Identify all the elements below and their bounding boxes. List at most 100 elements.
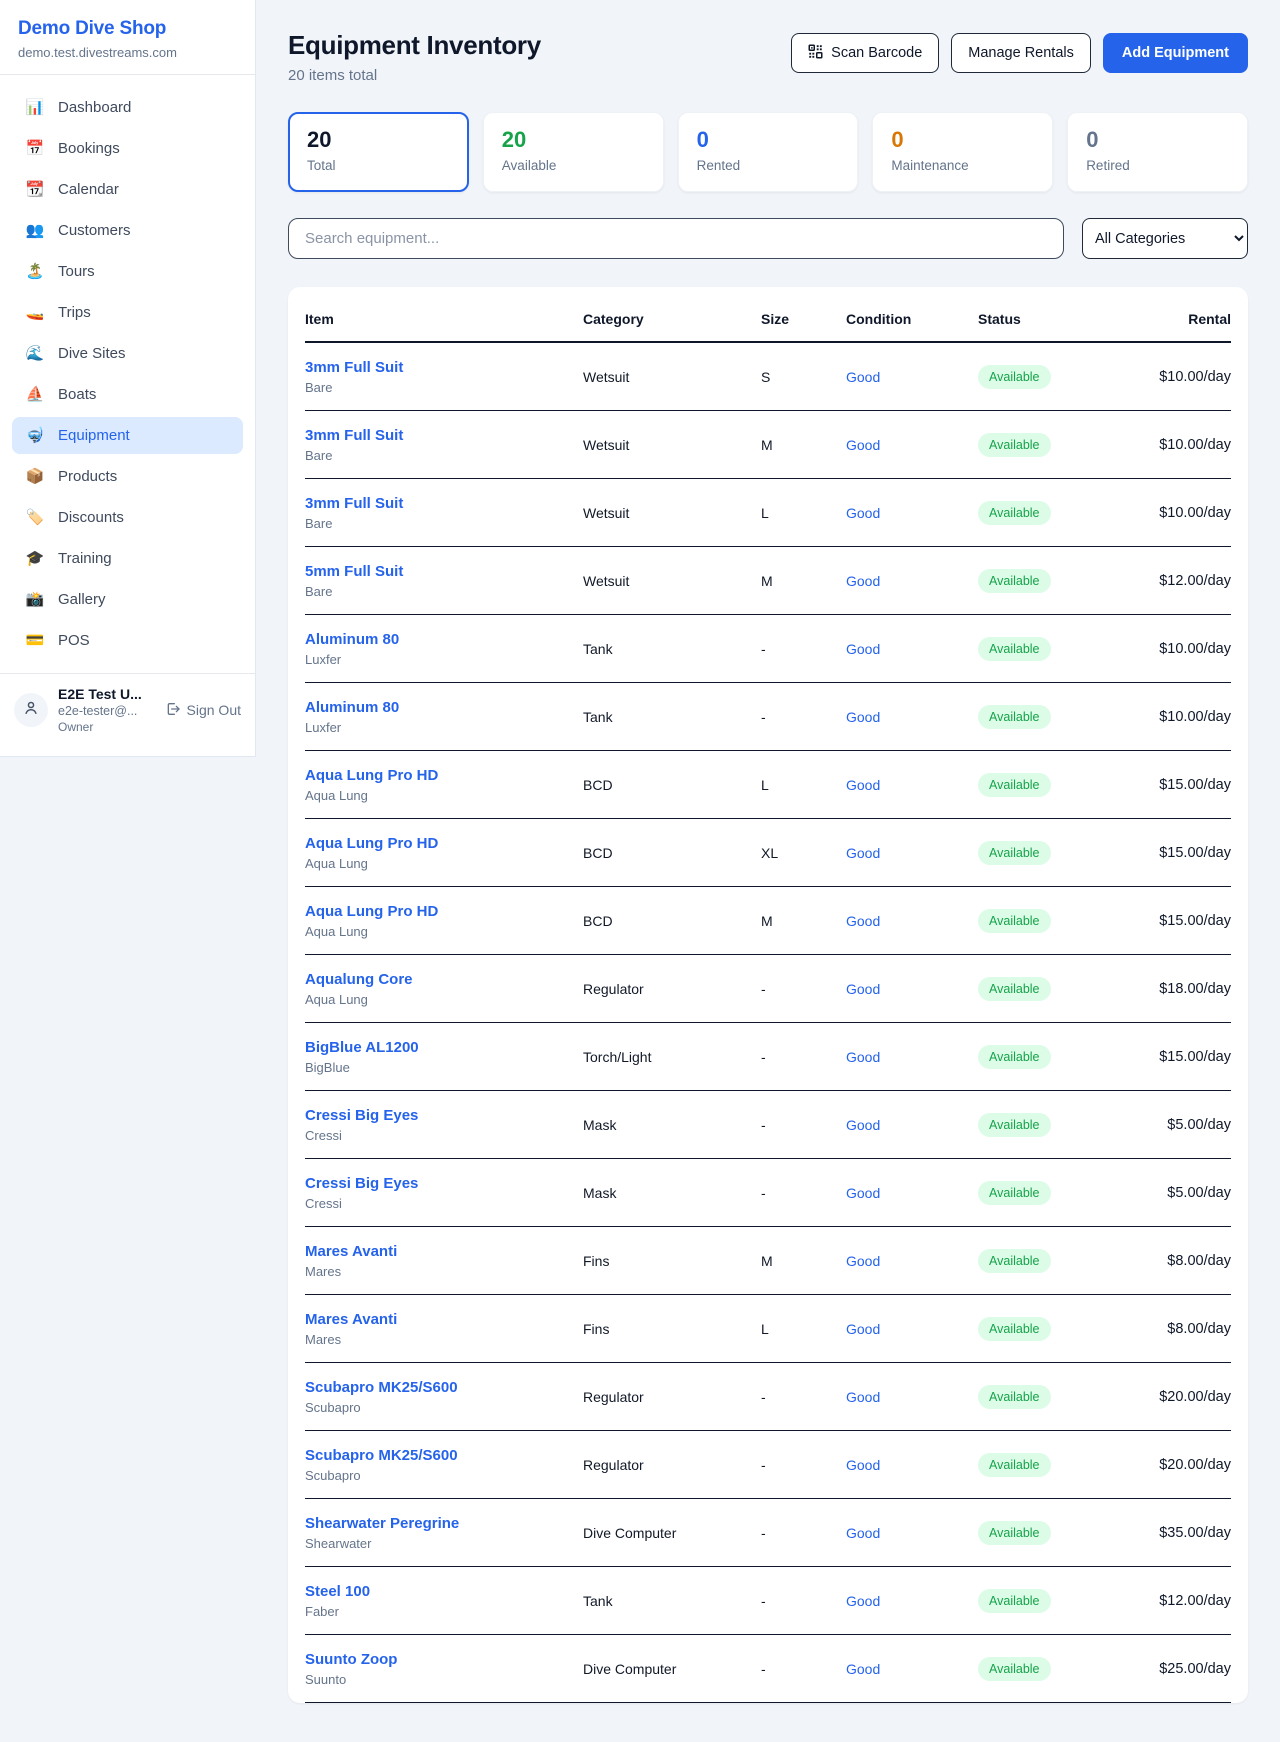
item-brand: Bare [305,516,583,531]
items-total-count: 20 items total [288,67,541,84]
barcode-icon [808,44,823,63]
item-name-link[interactable]: 3mm Full Suit [305,495,583,512]
brand-title[interactable]: Demo Dive Shop [18,18,237,40]
status-badge: Available [978,909,1051,933]
status-badge: Available [978,637,1051,661]
column-header-status: Status [978,311,1128,327]
stat-card-total[interactable]: 20 Total [288,112,469,192]
item-name-link[interactable]: Mares Avanti [305,1311,583,1328]
status-cell: Available [978,1589,1128,1613]
item-name-link[interactable]: Aqua Lung Pro HD [305,767,583,784]
item-name-link[interactable]: Shearwater Peregrine [305,1515,583,1532]
sidebar-item-training[interactable]: 🎓 Training [12,540,243,577]
table-row: Scubapro MK25/S600 Scubapro Regulator - … [305,1431,1231,1499]
sidebar-item-gallery[interactable]: 📸 Gallery [12,581,243,618]
person-icon [22,699,40,722]
status-cell: Available [978,1181,1128,1205]
status-badge: Available [978,773,1051,797]
item-name-link[interactable]: Cressi Big Eyes [305,1107,583,1124]
condition-cell: Good [846,573,978,589]
sidebar-item-dashboard[interactable]: 📊 Dashboard [12,89,243,126]
rental-rate-cell: $10.00/day [1128,641,1231,657]
sign-out-button[interactable]: Sign Out [165,701,241,720]
sidebar-item-label: Calendar [58,181,119,198]
item-name-link[interactable]: 3mm Full Suit [305,427,583,444]
item-name-link[interactable]: Suunto Zoop [305,1651,583,1668]
item-name-link[interactable]: Scubapro MK25/S600 [305,1379,583,1396]
sidebar-item-calendar[interactable]: 📆 Calendar [12,171,243,208]
status-cell: Available [978,1045,1128,1069]
rental-rate-cell: $15.00/day [1128,845,1231,861]
products-icon: 📦 [24,469,46,484]
customers-icon: 👥 [24,223,46,238]
item-cell: 3mm Full Suit Bare [305,495,583,531]
item-name-link[interactable]: Aluminum 80 [305,699,583,716]
item-name-link[interactable]: 3mm Full Suit [305,359,583,376]
category-filter-select[interactable]: All Categories [1082,218,1248,259]
sidebar-item-pos[interactable]: 💳 POS [12,622,243,659]
sidebar-item-trips[interactable]: 🚤 Trips [12,294,243,331]
search-input[interactable] [288,218,1064,259]
manage-rentals-button[interactable]: Manage Rentals [951,33,1091,73]
item-brand: Cressi [305,1128,583,1143]
dive-sites-icon: 🌊 [24,346,46,361]
category-cell: Torch/Light [583,1049,761,1065]
category-cell: Fins [583,1321,761,1337]
category-cell: Mask [583,1117,761,1133]
table-body: 3mm Full Suit Bare Wetsuit S Good Availa… [305,343,1231,1703]
item-cell: Mares Avanti Mares [305,1243,583,1279]
item-cell: Cressi Big Eyes Cressi [305,1175,583,1211]
item-brand: BigBlue [305,1060,583,1075]
bookings-icon: 📅 [24,141,46,156]
item-name-link[interactable]: Aqua Lung Pro HD [305,835,583,852]
sidebar-item-discounts[interactable]: 🏷️ Discounts [12,499,243,536]
item-name-link[interactable]: Mares Avanti [305,1243,583,1260]
category-cell: Fins [583,1253,761,1269]
status-cell: Available [978,569,1128,593]
sidebar-item-dive-sites[interactable]: 🌊 Dive Sites [12,335,243,372]
item-brand: Bare [305,448,583,463]
stat-card-retired[interactable]: 0 Retired [1067,112,1248,192]
item-name-link[interactable]: Cressi Big Eyes [305,1175,583,1192]
stat-card-maintenance[interactable]: 0 Maintenance [872,112,1053,192]
item-name-link[interactable]: 5mm Full Suit [305,563,583,580]
condition-cell: Good [846,437,978,453]
sidebar-item-equipment[interactable]: 🤿 Equipment [12,417,243,454]
item-name-link[interactable]: Aqua Lung Pro HD [305,903,583,920]
item-name-link[interactable]: BigBlue AL1200 [305,1039,583,1056]
scan-barcode-button[interactable]: Scan Barcode [791,33,939,73]
add-equipment-button[interactable]: Add Equipment [1103,33,1248,73]
item-name-link[interactable]: Aqualung Core [305,971,583,988]
stat-card-rented[interactable]: 0 Rented [678,112,859,192]
sidebar-item-products[interactable]: 📦 Products [12,458,243,495]
rental-rate-cell: $15.00/day [1128,777,1231,793]
size-cell: M [761,437,846,453]
status-badge: Available [978,705,1051,729]
stat-card-available[interactable]: 20 Available [483,112,664,192]
sidebar-item-tours[interactable]: 🏝️ Tours [12,253,243,290]
status-cell: Available [978,1249,1128,1273]
size-cell: - [761,1593,846,1609]
item-name-link[interactable]: Steel 100 [305,1583,583,1600]
brand-block: Demo Dive Shop demo.test.divestreams.com [0,0,255,74]
rental-rate-cell: $10.00/day [1128,709,1231,725]
stat-value: 20 [502,128,645,152]
status-cell: Available [978,1657,1128,1681]
rental-rate-cell: $8.00/day [1128,1321,1231,1337]
category-cell: Tank [583,641,761,657]
category-cell: BCD [583,913,761,929]
item-brand: Bare [305,584,583,599]
status-cell: Available [978,841,1128,865]
sidebar-item-boats[interactable]: ⛵ Boats [12,376,243,413]
discounts-icon: 🏷️ [24,510,46,525]
item-name-link[interactable]: Aluminum 80 [305,631,583,648]
item-cell: Shearwater Peregrine Shearwater [305,1515,583,1551]
rental-rate-cell: $10.00/day [1128,505,1231,521]
size-cell: M [761,913,846,929]
sidebar-item-label: Gallery [58,591,106,608]
sidebar-item-bookings[interactable]: 📅 Bookings [12,130,243,167]
item-brand: Luxfer [305,720,583,735]
status-badge: Available [978,1113,1051,1137]
item-name-link[interactable]: Scubapro MK25/S600 [305,1447,583,1464]
sidebar-item-customers[interactable]: 👥 Customers [12,212,243,249]
